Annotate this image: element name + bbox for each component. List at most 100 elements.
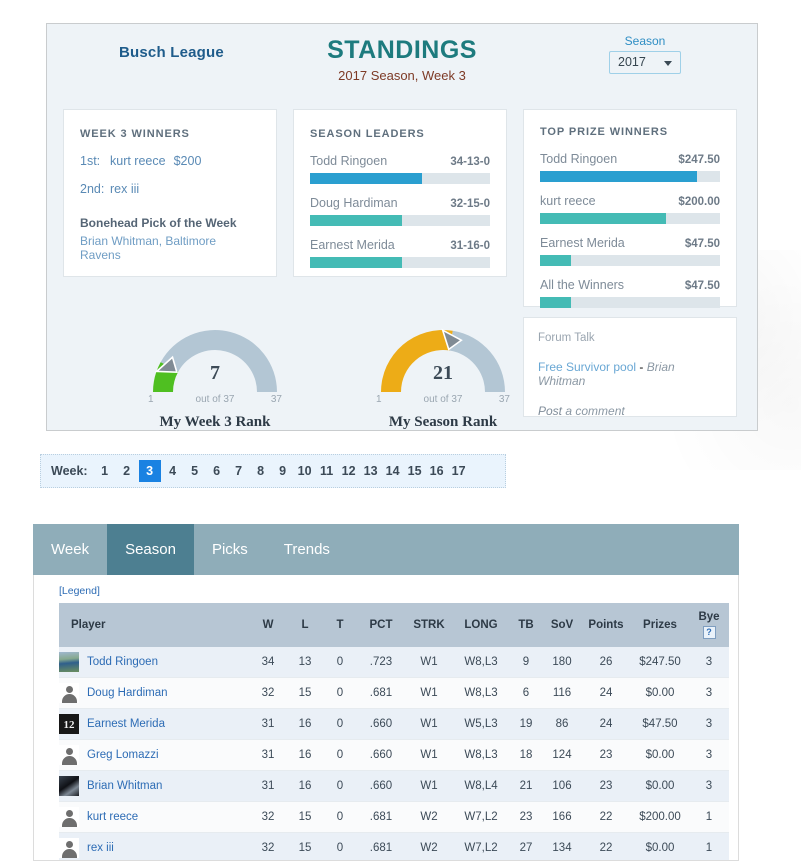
- cell-sov: 180: [543, 647, 581, 678]
- column-header-t[interactable]: T: [323, 603, 357, 647]
- player-name-link[interactable]: Doug Hardiman: [87, 687, 168, 699]
- cell-tb: 6: [509, 677, 543, 709]
- winner-1-name: kurt reece: [110, 154, 166, 168]
- avatar: [59, 807, 79, 827]
- week-item-4[interactable]: 4: [163, 460, 183, 482]
- table-row[interactable]: 12 Earnest Merida 31 16 0.660 W1 W5,L3 19 86 24 $4…: [59, 708, 729, 740]
- week-item-8[interactable]: 8: [251, 460, 271, 482]
- cell-tb: 19: [509, 708, 543, 740]
- forum-post-separator: -: [636, 360, 647, 374]
- tab-picks[interactable]: Picks: [194, 524, 266, 575]
- season-dropdown[interactable]: 2017: [609, 51, 681, 74]
- table-header-row: Player W L T PCT STRK LONG TB SoV Points Prizes Bye…: [59, 603, 729, 647]
- week-item-6[interactable]: 6: [207, 460, 227, 482]
- season-leader-item-header: Todd Ringoen 34-13-0: [310, 154, 490, 168]
- gauge-season-value: 21: [433, 362, 453, 384]
- week-item-16[interactable]: 16: [427, 460, 447, 482]
- cell-l: 15: [287, 677, 323, 709]
- player-name-link[interactable]: kurt reece: [87, 811, 138, 823]
- cell-sov: 116: [543, 677, 581, 709]
- column-header-tb[interactable]: TB: [509, 603, 543, 647]
- week-item-3[interactable]: 3: [138, 460, 161, 482]
- cell-sov: 134: [543, 832, 581, 860]
- table-row[interactable]: Doug Hardiman 32 15 0.681 W1 W8,L3 6 116 24 $0.00…: [59, 677, 729, 709]
- prize-winner-item-name: All the Winners: [540, 278, 625, 292]
- cell-bye: 3: [689, 770, 729, 802]
- cell-sov: 86: [543, 708, 581, 740]
- player-name-link[interactable]: Earnest Merida: [87, 718, 165, 730]
- dashboard-header: Busch League STANDINGS 2017 Season, Week…: [47, 24, 757, 104]
- table-row[interactable]: Greg Lomazzi 31 16 0.660 W1 W8,L3 18 124 23 $0.00…: [59, 739, 729, 771]
- player-name-link[interactable]: Brian Whitman: [87, 780, 162, 792]
- table-row[interactable]: kurt reece 32 15 0.681 W2 W7,L2 23 166 22 $200.00…: [59, 801, 729, 833]
- player-cell-inner: Brian Whitman: [59, 776, 249, 796]
- season-leader-item-bar-fill: [310, 257, 402, 268]
- player-cell: Doug Hardiman: [59, 677, 249, 709]
- tab-week[interactable]: Week: [33, 524, 107, 575]
- bonehead-pick-title: Bonehead Pick of the Week: [80, 216, 237, 230]
- week-item-2[interactable]: 2: [117, 460, 137, 482]
- avatar: 12: [59, 714, 79, 734]
- top-prize-winners-list: Todd Ringoen $247.50 kurt reece $200.00 Earn…: [540, 152, 720, 308]
- cell-bye: 1: [689, 801, 729, 833]
- cell-tb: 27: [509, 832, 543, 860]
- week-item-15[interactable]: 15: [405, 460, 425, 482]
- column-header-prizes[interactable]: Prizes: [631, 603, 689, 647]
- week-item-14[interactable]: 14: [383, 460, 403, 482]
- week-item-11[interactable]: 11: [317, 460, 337, 482]
- cell-strk: W1: [405, 770, 453, 802]
- post-comment-link[interactable]: Post: [538, 404, 562, 418]
- column-header-pct[interactable]: PCT: [357, 603, 405, 647]
- column-header-player[interactable]: Player: [59, 603, 249, 647]
- legend-link[interactable]: [Legend]: [34, 575, 738, 603]
- cell-prizes: $0.00: [631, 770, 689, 802]
- column-header-points[interactable]: Points: [581, 603, 631, 647]
- prize-winner-item-bar-fill: [540, 213, 666, 224]
- prize-winner-item-value: $47.50: [684, 280, 720, 292]
- column-header-long[interactable]: LONG: [453, 603, 509, 647]
- cell-w: 32: [249, 832, 287, 860]
- cell-long: W7,L2: [453, 832, 509, 860]
- table-row[interactable]: rex iii 32 15 0.681 W2 W7,L2 27 134 22 $0.00 1: [59, 832, 729, 860]
- week-item-5[interactable]: 5: [185, 460, 205, 482]
- tab-season[interactable]: Season: [107, 524, 194, 575]
- tab-trends[interactable]: Trends: [266, 524, 348, 575]
- prize-winner-item-header: All the Winners $47.50: [540, 278, 720, 292]
- cell-pct: .681: [357, 832, 405, 860]
- cell-prizes: $0.00: [631, 832, 689, 860]
- cell-sov: 106: [543, 770, 581, 802]
- cell-points: 24: [581, 677, 631, 709]
- help-icon[interactable]: ?: [702, 625, 716, 639]
- prize-winner-item-bar-track: [540, 213, 720, 224]
- column-header-l[interactable]: L: [287, 603, 323, 647]
- prize-winner-item: All the Winners $47.50: [540, 278, 720, 308]
- season-leader-item-value: 34-13-0: [450, 156, 490, 168]
- table-row[interactable]: Todd Ringoen 34 13 0.723 W1 W8,L3 9 180 26 $247.5…: [59, 647, 729, 678]
- week-item-9[interactable]: 9: [273, 460, 293, 482]
- season-leaders-title: SEASON LEADERS: [310, 128, 425, 140]
- forum-post-link[interactable]: Free Survivor pool: [538, 360, 636, 374]
- table-body: Todd Ringoen 34 13 0.723 W1 W8,L3 9 180 26 $247.5…: [59, 647, 729, 860]
- cell-long: W8,L4: [453, 770, 509, 802]
- week-item-12[interactable]: 12: [339, 460, 359, 482]
- column-header-bye[interactable]: Bye?: [689, 603, 729, 647]
- player-name-link[interactable]: rex iii: [87, 842, 114, 854]
- cell-w: 32: [249, 801, 287, 833]
- week-item-1[interactable]: 1: [95, 460, 115, 482]
- week-item-7[interactable]: 7: [229, 460, 249, 482]
- post-comment-rest: a comment: [562, 404, 625, 418]
- column-header-strk[interactable]: STRK: [405, 603, 453, 647]
- week-item-10[interactable]: 10: [295, 460, 315, 482]
- table-row[interactable]: Brian Whitman 31 16 0.660 W1 W8,L4 21 106 23 $0.0…: [59, 770, 729, 802]
- cell-strk: W1: [405, 647, 453, 678]
- cell-strk: W2: [405, 801, 453, 833]
- cell-tb: 18: [509, 739, 543, 771]
- week-item-17[interactable]: 17: [449, 460, 469, 482]
- player-name-link[interactable]: Todd Ringoen: [87, 656, 158, 668]
- column-header-w[interactable]: W: [249, 603, 287, 647]
- week-winners-title: WEEK 3 WINNERS: [80, 128, 190, 140]
- player-name-link[interactable]: Greg Lomazzi: [87, 749, 159, 761]
- week-item-13[interactable]: 13: [361, 460, 381, 482]
- column-header-sov[interactable]: SoV: [543, 603, 581, 647]
- cell-strk: W2: [405, 832, 453, 860]
